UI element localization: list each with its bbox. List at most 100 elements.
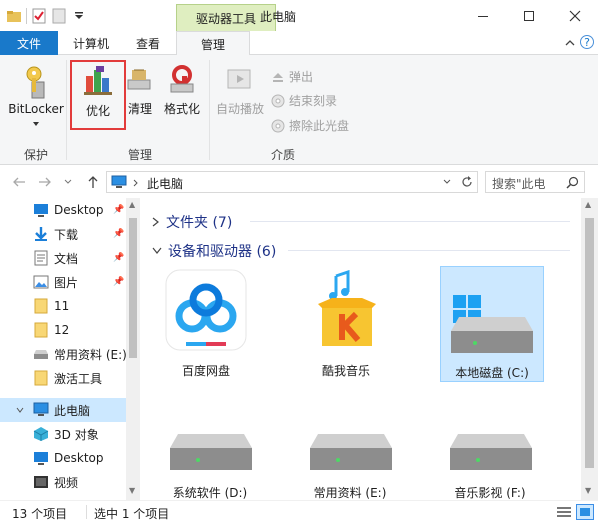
sidebar-item[interactable]: Desktop xyxy=(0,446,125,470)
cleanup-icon xyxy=(127,69,151,90)
autoplay-icon xyxy=(227,69,251,89)
sidebar-item-label: Desktop xyxy=(54,203,104,217)
sidebar-item[interactable]: 此电脑 xyxy=(0,398,126,422)
tab-view[interactable]: 查看 xyxy=(122,31,174,55)
drive-item-kuwo-music[interactable]: 酷我音乐 xyxy=(298,266,394,384)
erase-disc-label: 擦除此光盘 xyxy=(289,119,350,133)
pin-icon: 📌 xyxy=(113,229,125,239)
finish-burn-button[interactable]: 结束刻录 xyxy=(271,92,337,109)
refresh-icon[interactable] xyxy=(461,176,473,188)
sidebar-item[interactable]: 图片 📌 xyxy=(0,270,125,294)
pin-icon: 📌 xyxy=(113,205,125,215)
sidebar-item[interactable]: 3D 对象 xyxy=(0,422,125,446)
drive-label: 本地磁盘 (C:) xyxy=(455,366,529,380)
details-view-icon[interactable] xyxy=(556,505,572,519)
search-field[interactable]: 搜索"此电 xyxy=(485,171,585,193)
devices-group-label: 设备和驱动器 (6) xyxy=(168,244,277,260)
erase-disc-button[interactable]: 擦除此光盘 xyxy=(271,117,349,134)
drive-item-local-disk-c[interactable]: 本地磁盘 (C:) xyxy=(440,266,544,382)
chevron-right-icon xyxy=(133,179,138,187)
sidebar-item[interactable]: Desktop 📌 xyxy=(0,198,125,222)
tab-computer[interactable]: 计算机 xyxy=(62,31,120,55)
sidebar-item[interactable]: 文档 📌 xyxy=(0,246,125,270)
documents-icon xyxy=(34,250,48,266)
drive-icon xyxy=(170,434,252,470)
sidebar-item[interactable]: 11 xyxy=(0,294,125,318)
selection-count: 选中 1 个项目 xyxy=(94,507,170,521)
scroll-thumb[interactable] xyxy=(585,218,594,468)
drive-label: 酷我音乐 xyxy=(321,364,370,378)
sidebar-item[interactable]: 常用资料 (E:) xyxy=(0,342,127,366)
folders-group-label: 文件夹 (7) xyxy=(166,215,233,231)
minimize-icon xyxy=(478,15,488,17)
folder-icon xyxy=(34,298,48,314)
cleanup-button[interactable]: 清理 xyxy=(124,62,156,122)
large-icons-view-icon[interactable] xyxy=(576,504,594,520)
folder-icon[interactable] xyxy=(6,8,22,24)
group-divider xyxy=(66,60,67,160)
address-field[interactable]: 此电脑 xyxy=(106,171,478,193)
this-pc-icon xyxy=(33,402,49,416)
content-scrollbar[interactable]: ▲ ▼ xyxy=(581,198,598,500)
divider xyxy=(26,8,27,24)
divider xyxy=(250,221,570,222)
nav-scrollbar[interactable]: ▲ ▼ xyxy=(126,198,140,500)
sidebar-item[interactable]: 激活工具 xyxy=(0,366,125,390)
eject-icon xyxy=(273,72,283,82)
minimize-button[interactable] xyxy=(460,0,506,31)
properties-icon[interactable] xyxy=(31,8,47,24)
back-button[interactable] xyxy=(10,173,28,191)
desktop-icon xyxy=(34,452,48,465)
drive-label: 音乐影视 (F:) xyxy=(454,486,526,500)
sidebar-item[interactable]: 下载 📌 xyxy=(0,222,125,246)
optimize-icon xyxy=(84,66,112,95)
close-button[interactable] xyxy=(552,0,598,31)
quick-access-toolbar xyxy=(6,6,87,26)
sidebar-item[interactable]: 12 xyxy=(0,318,125,342)
recent-locations-button[interactable] xyxy=(62,173,74,191)
kuwo-music-icon xyxy=(318,270,376,346)
tab-manage-label: 管理 xyxy=(200,37,225,52)
baidu-netdisk-icon xyxy=(165,269,247,351)
chevron-down-icon xyxy=(64,179,72,184)
maximize-icon xyxy=(524,10,534,21)
scroll-down-icon: ▼ xyxy=(585,486,592,495)
desktop-icon xyxy=(34,204,48,217)
scroll-thumb[interactable] xyxy=(129,218,137,358)
windows-drive-icon xyxy=(451,295,533,353)
drive-icon xyxy=(450,434,532,470)
maximize-button[interactable] xyxy=(506,0,552,31)
close-icon xyxy=(569,10,581,21)
arrow-up-icon xyxy=(88,176,98,188)
chevron-down-icon[interactable] xyxy=(443,179,451,185)
bitlocker-button[interactable]: BitLocker xyxy=(8,62,64,134)
folders-group-header[interactable]: 文件夹 (7) xyxy=(152,212,232,232)
forward-button[interactable] xyxy=(36,173,54,191)
help-icon[interactable]: ? xyxy=(580,35,594,49)
pictures-icon xyxy=(33,275,49,289)
3d-objects-icon xyxy=(33,427,49,441)
autoplay-button[interactable]: 自动播放 xyxy=(214,62,266,122)
sidebar-item-label: 文档 xyxy=(54,251,79,266)
tab-manage[interactable]: 管理 xyxy=(176,31,250,56)
videos-icon xyxy=(34,476,48,488)
download-icon xyxy=(35,227,47,241)
chevron-down-icon[interactable] xyxy=(71,8,87,24)
sidebar-item-label: 3D 对象 xyxy=(54,427,99,442)
collapse-ribbon-icon[interactable] xyxy=(562,35,578,51)
optimize-button[interactable]: 优化 xyxy=(70,60,126,130)
chevron-down-icon[interactable] xyxy=(16,406,24,414)
new-folder-icon[interactable] xyxy=(51,8,67,24)
format-button[interactable]: 格式化 xyxy=(160,62,204,122)
devices-group-header[interactable]: 设备和驱动器 (6) xyxy=(152,241,276,261)
scroll-up-icon: ▲ xyxy=(129,200,136,209)
sidebar-item-label: 常用资料 (E:) xyxy=(54,347,127,362)
sidebar-item[interactable]: 视频 xyxy=(0,470,125,494)
folder-icon xyxy=(34,322,48,338)
tab-file[interactable]: 文件 xyxy=(0,31,58,55)
sidebar-item-label: 图片 xyxy=(54,275,79,290)
eject-button[interactable]: 弹出 xyxy=(271,68,313,85)
drive-item-baidu-netdisk[interactable]: 百度网盘 xyxy=(158,266,254,384)
arrow-right-icon xyxy=(39,177,51,187)
up-button[interactable] xyxy=(84,173,102,191)
